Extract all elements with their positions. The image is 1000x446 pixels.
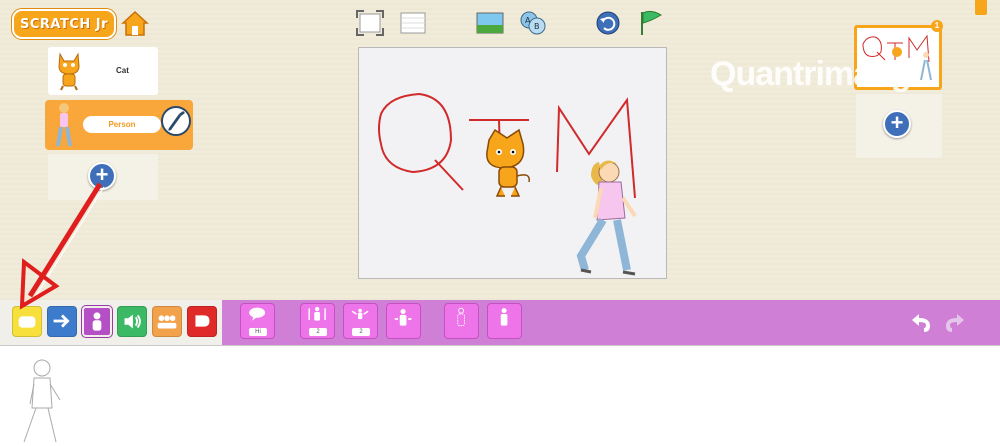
background-picker-icon[interactable] [476, 10, 504, 36]
info-tab[interactable] [975, 0, 987, 15]
sprite-card-cat[interactable]: Cat [48, 47, 158, 95]
show-icon [500, 308, 508, 326]
undo-icon[interactable] [908, 310, 934, 334]
speaker-icon [124, 314, 141, 329]
stage[interactable] [358, 47, 667, 279]
q-tail [434, 159, 464, 191]
script-area[interactable] [0, 345, 1000, 446]
home-icon[interactable] [120, 8, 150, 38]
add-page-button[interactable]: + [883, 110, 911, 138]
hide-block[interactable] [444, 303, 479, 339]
sprite-name-field[interactable]: Person [83, 116, 161, 133]
sprite-name: Cat [116, 66, 129, 75]
drawn-letter-q [378, 92, 453, 174]
say-block[interactable]: Hi [240, 303, 275, 339]
triggering-icon [18, 316, 36, 328]
grow-block-value[interactable]: 2 [309, 328, 327, 336]
svg-text:A: A [525, 16, 531, 25]
grow-block[interactable]: 2 [300, 303, 335, 339]
control-icon [157, 315, 177, 329]
category-motion-button[interactable] [47, 306, 77, 337]
reset-size-icon [394, 309, 412, 326]
add-page-slot: + [856, 94, 942, 158]
logo-text: SCRATCH Jr [19, 16, 109, 32]
shrink-icon [351, 308, 369, 320]
reset-characters-icon[interactable] [594, 10, 622, 36]
paint-editor-button[interactable] [161, 106, 191, 136]
category-selector [0, 300, 222, 345]
shrink-block-value[interactable]: 2 [352, 328, 370, 336]
cat-sprite[interactable] [486, 128, 530, 197]
say-block-value[interactable]: Hi [249, 328, 267, 336]
cat-sprite-icon [58, 52, 80, 91]
motion-arrow-icon [53, 314, 70, 328]
block-palette: Hi 2 2 [0, 300, 1000, 345]
grow-icon [308, 306, 326, 321]
page-number-badge: 1 [931, 20, 943, 32]
blocks-area: Hi 2 2 [230, 300, 1000, 345]
add-text-icon[interactable]: A B [519, 10, 547, 36]
green-flag-icon[interactable] [637, 10, 665, 36]
person-script-watermark-icon [23, 359, 61, 443]
shrink-block[interactable]: 2 [343, 303, 378, 339]
fullscreen-icon[interactable] [356, 10, 384, 36]
sprite-card-person[interactable]: Person [45, 100, 193, 150]
category-sound-button[interactable] [117, 306, 147, 337]
svg-text:B: B [534, 22, 540, 31]
stage-drawing [378, 92, 637, 276]
person-sprite-icon [56, 103, 72, 147]
grid-icon[interactable] [399, 10, 427, 36]
looks-person-icon [92, 312, 102, 331]
paintbrush-icon [168, 111, 185, 131]
category-looks-button[interactable] [82, 306, 112, 337]
redo-icon[interactable] [942, 310, 968, 334]
person-sprite[interactable] [576, 160, 637, 276]
end-icon [195, 315, 210, 327]
add-sprite-slot: + [48, 154, 158, 200]
reset-size-block[interactable] [386, 303, 421, 339]
speech-bubble-icon [249, 307, 266, 321]
add-sprite-button[interactable]: + [88, 162, 116, 190]
watermark: Quantrimang [710, 55, 912, 93]
category-triggering-button[interactable] [12, 306, 42, 337]
category-end-button[interactable] [187, 306, 217, 337]
scratchjr-logo: SCRATCH Jr [12, 9, 116, 39]
show-block[interactable] [487, 303, 522, 339]
category-control-button[interactable] [152, 306, 182, 337]
hide-icon [457, 307, 465, 327]
